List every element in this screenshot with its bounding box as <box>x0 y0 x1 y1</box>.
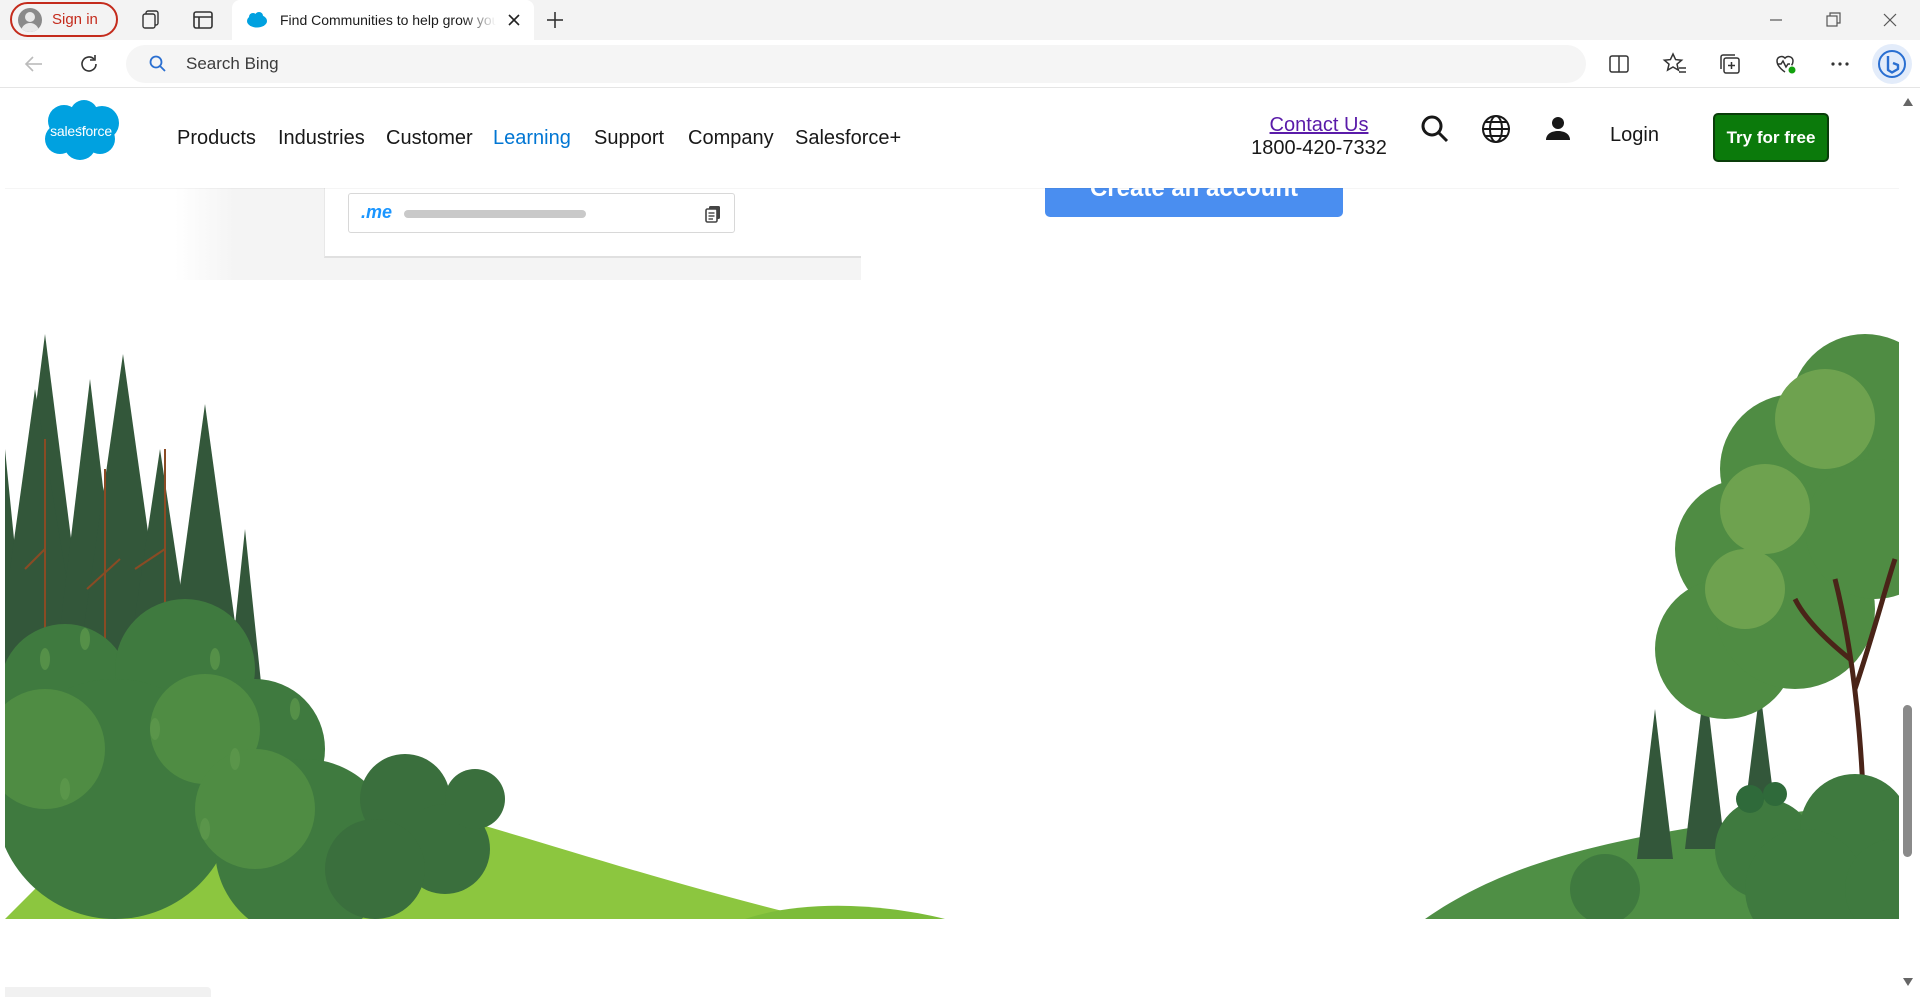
favorites-icon[interactable] <box>1662 51 1688 77</box>
profile-avatar-icon <box>18 7 42 32</box>
site-header: salesforce Products Industries Customer … <box>5 89 1899 188</box>
contact-block: Contact Us 1800-420-7332 <box>1249 114 1389 160</box>
user-icon[interactable] <box>1541 112 1575 146</box>
scrollbar-thumb[interactable] <box>1903 705 1912 857</box>
tab-actions-icon[interactable] <box>191 8 215 32</box>
restore-icon[interactable] <box>1821 8 1845 32</box>
scroll-down-icon[interactable] <box>1902 977 1914 987</box>
split-screen-icon[interactable] <box>1606 51 1632 77</box>
salesforce-logo[interactable]: salesforce <box>40 99 122 161</box>
contact-us-link[interactable]: Contact Us <box>1249 114 1389 137</box>
scroll-up-icon[interactable] <box>1902 97 1914 107</box>
nav-products[interactable]: Products <box>177 127 256 150</box>
sign-in-label: Sign in <box>52 11 98 28</box>
create-account-button[interactable]: Create an account <box>1045 184 1343 217</box>
nav-support[interactable]: Support <box>594 127 664 150</box>
refresh-icon[interactable] <box>77 52 101 76</box>
copilot-button[interactable] <box>1872 44 1912 84</box>
logo-text: salesforce <box>50 123 112 139</box>
search-icon <box>149 55 166 72</box>
url-placeholder-bar <box>404 210 586 218</box>
forest-landscape-illustration <box>5 334 1899 919</box>
try-for-free-button[interactable]: Try for free <box>1713 113 1829 162</box>
sign-in-button[interactable]: Sign in <box>10 2 118 37</box>
browser-toolbar <box>0 40 1920 88</box>
more-icon[interactable] <box>1827 51 1853 77</box>
address-bar[interactable] <box>126 45 1586 83</box>
workspaces-icon[interactable] <box>139 8 163 32</box>
browser-essentials-icon[interactable] <box>1772 51 1798 77</box>
url-prefix: .me <box>361 202 393 222</box>
copilot-icon <box>1878 50 1906 78</box>
collections-icon[interactable] <box>1717 51 1743 77</box>
close-icon[interactable] <box>506 12 522 28</box>
new-tab-icon[interactable] <box>543 8 567 32</box>
nav-salesforce-plus[interactable]: Salesforce+ <box>795 127 901 150</box>
login-link[interactable]: Login <box>1610 124 1659 147</box>
globe-icon[interactable] <box>1479 112 1513 146</box>
site-search-icon[interactable] <box>1418 112 1452 146</box>
active-tab[interactable]: Find Communities to help grow your busin… <box>232 0 534 40</box>
nav-learning[interactable]: Learning <box>493 127 571 150</box>
window-close-icon[interactable] <box>1878 8 1902 32</box>
search-input[interactable] <box>186 54 1486 74</box>
phone-number: 1800-420-7332 <box>1251 137 1387 159</box>
salesforce-favicon <box>247 12 267 28</box>
community-url-field: .me <box>348 193 735 233</box>
nav-customer[interactable]: Customer <box>386 127 473 150</box>
nav-company[interactable]: Company <box>688 127 774 150</box>
back-icon[interactable] <box>22 52 46 76</box>
nav-industries[interactable]: Industries <box>278 127 365 150</box>
tab-title: Find Communities to help grow your busin… <box>280 12 496 28</box>
page-viewport: salesforce Products Industries Customer … <box>5 89 1899 997</box>
page-scrollbar[interactable] <box>1899 89 1920 997</box>
minimize-icon[interactable] <box>1764 8 1788 32</box>
browser-tab-strip: Sign in Find Communities to help grow yo… <box>0 0 1920 40</box>
copy-icon <box>705 206 720 223</box>
status-bar <box>5 987 211 997</box>
